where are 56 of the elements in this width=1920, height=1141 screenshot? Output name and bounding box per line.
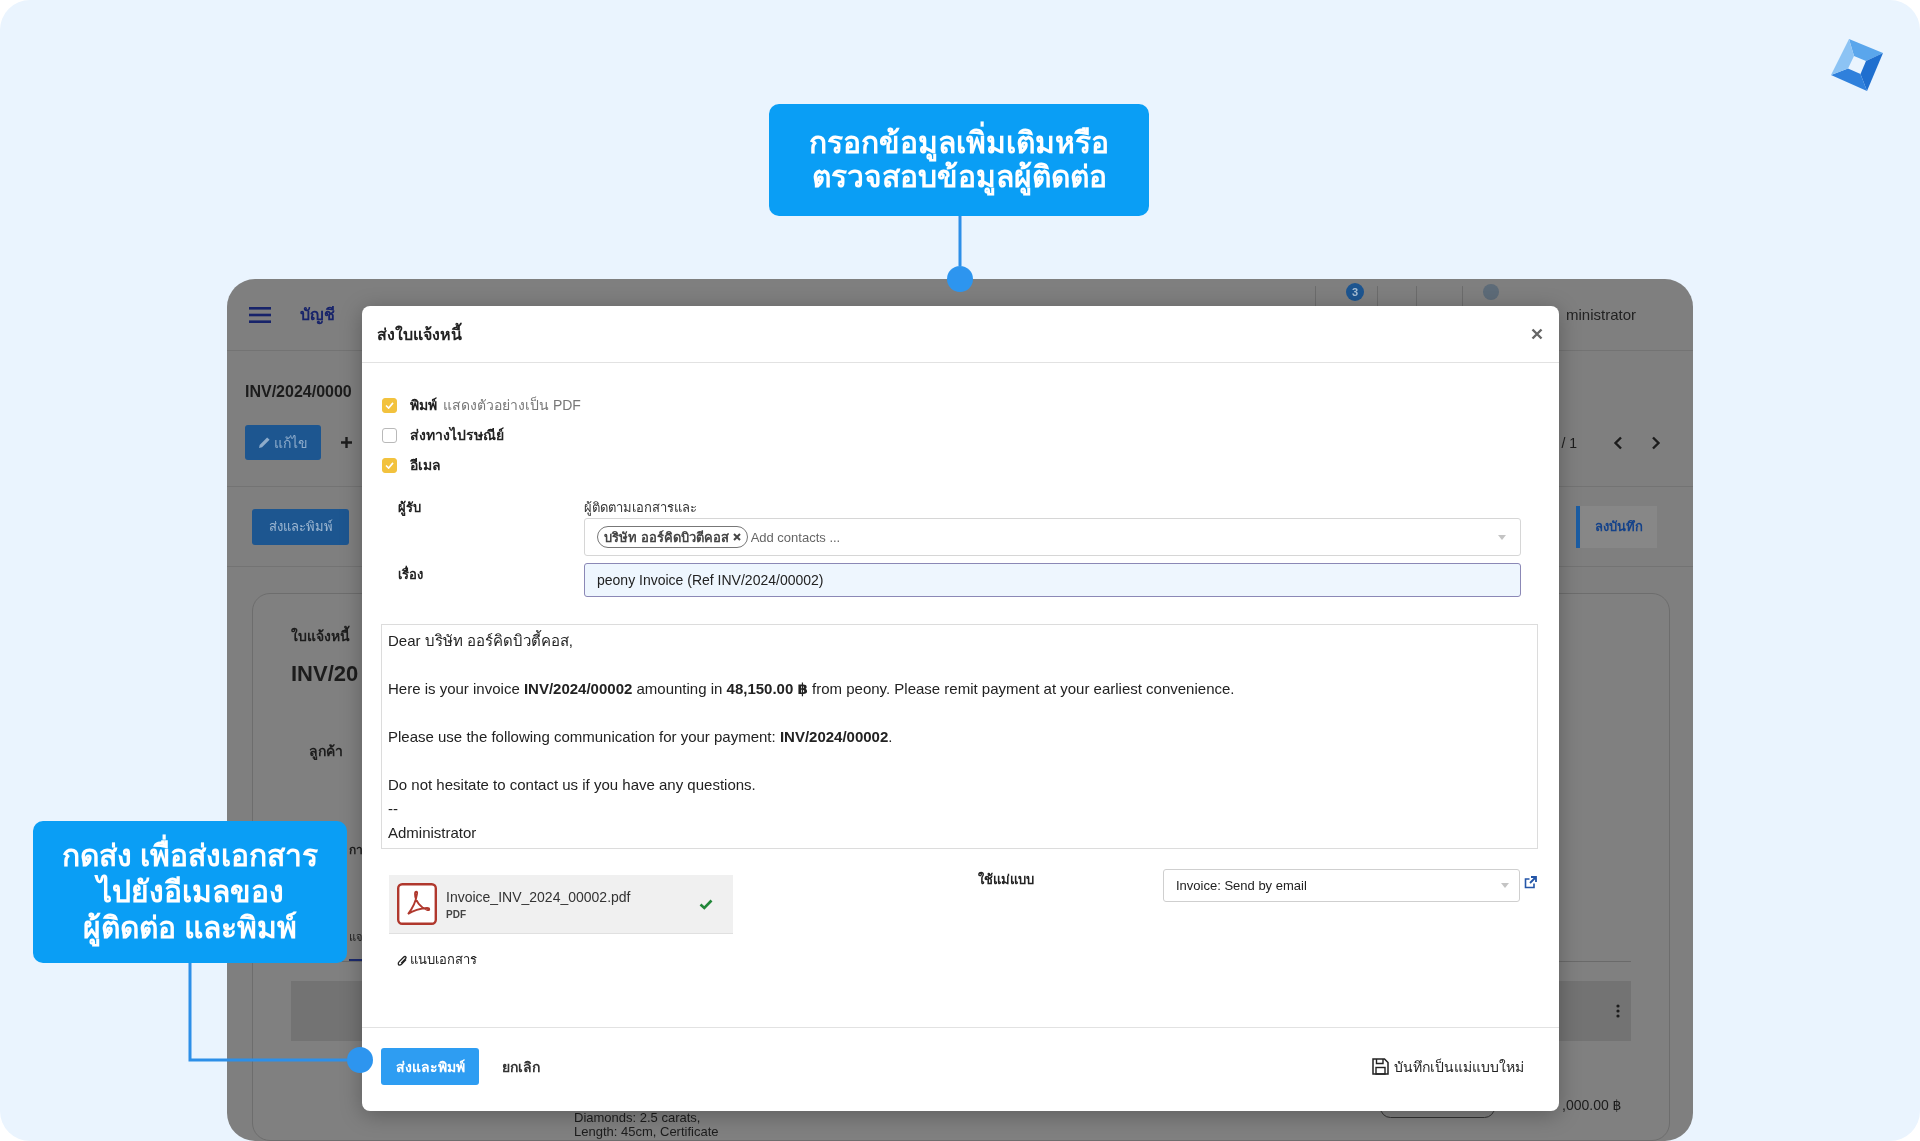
attachment-name: Invoice_INV_2024_00002.pdf bbox=[446, 887, 631, 906]
dialog-title: ส่งใบแจ้งหนี้ bbox=[377, 321, 462, 347]
tick-icon bbox=[385, 461, 394, 469]
module-title[interactable]: บัญชี bbox=[300, 302, 335, 327]
avatar-icon bbox=[1483, 284, 1499, 300]
checkbox[interactable] bbox=[382, 427, 397, 443]
dot-icon bbox=[347, 1047, 373, 1073]
record-title: INV/2024/0000 bbox=[245, 382, 352, 402]
subject-field[interactable]: peony Invoice (Ref INV/2024/00002) bbox=[584, 563, 1521, 597]
paperclip-icon bbox=[397, 954, 408, 966]
dot-icon bbox=[947, 266, 973, 292]
template-select[interactable]: Invoice: Send by email bbox=[1163, 869, 1520, 902]
close-icon[interactable] bbox=[1531, 328, 1543, 340]
template-label: ใช้แม่แบบ bbox=[978, 872, 1035, 888]
send-print-button[interactable]: ส่งและพิมพ์ bbox=[252, 508, 349, 545]
menu-icon[interactable] bbox=[249, 306, 271, 323]
file-type-label: PDF bbox=[446, 908, 466, 921]
product-description: Diamonds: 2.5 carats, Length: 45cm, Certificate bbox=[574, 1111, 720, 1139]
attach-link[interactable]: แนบเอกสาร bbox=[397, 951, 477, 969]
option-label: พิมพ์ bbox=[410, 396, 437, 415]
caret-icon bbox=[1498, 534, 1506, 540]
pager-text: / 1 bbox=[1561, 434, 1577, 451]
pdf-file-icon bbox=[397, 883, 437, 925]
recipients-note: ผู้ติดตามเอกสารและ bbox=[584, 500, 697, 516]
user-name: ministrator bbox=[1566, 306, 1636, 323]
pencil-icon bbox=[258, 437, 270, 448]
tick-icon bbox=[385, 401, 394, 409]
customer-label: ลูกค้า bbox=[309, 742, 343, 760]
recipients-field[interactable]: บริษัท ออร์คิดบิวตีคอส Add contacts ... bbox=[584, 518, 1521, 556]
save-template-button[interactable]: บันทึกเป็นแม่แบบใหม่ bbox=[1372, 1055, 1524, 1078]
caret-icon bbox=[1501, 883, 1509, 888]
remove-icon[interactable] bbox=[732, 533, 741, 541]
callout: กดส่ง เพื่อส่งเอกสาร ไปยังอีเมลของ ผู้ติดต่อ และพิมพ์ bbox=[33, 821, 347, 963]
document-number: INV/20 bbox=[291, 660, 359, 688]
email-body-field[interactable]: Dear บริษัท ออร์คิดบิวตี้คอส, Here is your invoice INV/2024/00002 amounting in 48,150.00 ฿ from peony. Please remit payment at your earliest convenience. Please use the following communication for your payment: INV/2024/00002. Do not hesitate to contact us if you have any questions. -- Administrator bbox=[381, 624, 1538, 849]
external-link-icon[interactable] bbox=[1524, 876, 1537, 889]
subject-label: เรื่อง bbox=[398, 564, 423, 583]
amount-text: ,000.00 ฿ bbox=[1562, 1096, 1622, 1114]
cancel-button[interactable]: ยกเลิก bbox=[502, 1055, 540, 1078]
option-label: ส่งทางไปรษณีย์ bbox=[410, 426, 504, 445]
save-icon bbox=[1372, 1058, 1389, 1075]
callout: กรอกข้อมูลเพิ่มเติมหรือ ตรวจสอบข้อมูลผู้ติดต่อ bbox=[769, 104, 1149, 216]
document-type-label: ใบแจ้งหนี้ bbox=[291, 627, 350, 645]
chevron-right-icon[interactable] bbox=[1651, 435, 1661, 450]
logo-icon bbox=[1831, 39, 1883, 91]
field-label: กา bbox=[349, 842, 363, 859]
checkbox[interactable] bbox=[382, 397, 397, 413]
plus-icon[interactable] bbox=[341, 437, 352, 448]
notification-badge: 3 bbox=[1346, 283, 1364, 301]
option-hint: แสดงตัวอย่างเป็น PDF bbox=[443, 395, 581, 415]
checkbox[interactable] bbox=[382, 457, 397, 473]
more-icon[interactable] bbox=[1616, 1004, 1620, 1018]
option-label: อีเมล bbox=[410, 456, 441, 475]
leader-line bbox=[958, 216, 962, 266]
recipients-label: ผู้รับ bbox=[398, 500, 421, 516]
chevron-left-icon[interactable] bbox=[1613, 435, 1623, 450]
